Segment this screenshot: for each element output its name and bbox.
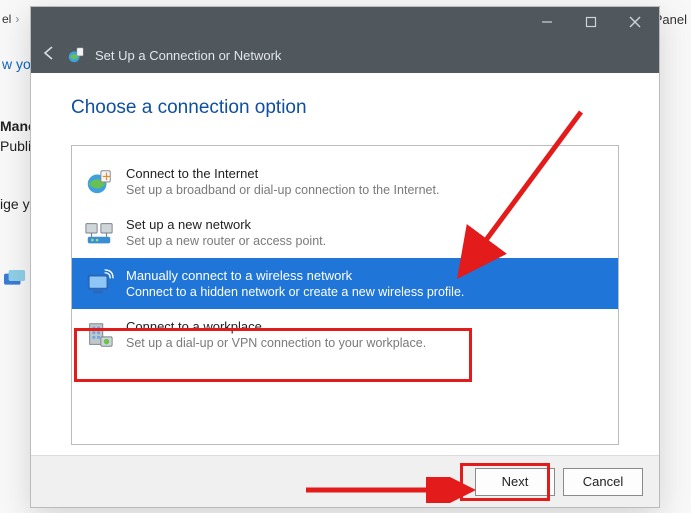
minimize-button[interactable] bbox=[525, 8, 569, 36]
dialog-footer: Next Cancel bbox=[31, 455, 659, 507]
option-desc: Set up a new router or access point. bbox=[126, 234, 326, 248]
next-button[interactable]: Next bbox=[475, 468, 555, 496]
option-title: Connect to the Internet bbox=[126, 166, 439, 181]
option-title: Connect to a workplace bbox=[126, 319, 426, 334]
bg-text-fragment: ige y bbox=[0, 196, 30, 212]
option-manually-connect-wireless[interactable]: Manually connect to a wireless network C… bbox=[72, 258, 618, 309]
titlebar bbox=[31, 7, 659, 37]
connection-options-list: Connect to the Internet Set up a broadba… bbox=[71, 145, 619, 445]
option-title: Manually connect to a wireless network bbox=[126, 268, 464, 283]
cancel-button[interactable]: Cancel bbox=[563, 468, 643, 496]
globe-icon bbox=[84, 167, 114, 197]
breadcrumb-fragment: el› bbox=[2, 12, 23, 26]
back-arrow-icon[interactable] bbox=[41, 45, 57, 65]
option-connect-internet[interactable]: Connect to the Internet Set up a broadba… bbox=[72, 156, 618, 207]
bg-link-fragment: w yo bbox=[2, 56, 31, 72]
option-desc: Connect to a hidden network or create a … bbox=[126, 285, 464, 299]
dialog-content: Choose a connection option Connect to th… bbox=[31, 73, 659, 455]
network-globe-icon bbox=[67, 46, 85, 64]
setup-connection-dialog: Set Up a Connection or Network Choose a … bbox=[30, 6, 660, 508]
option-connect-workplace[interactable]: Connect to a workplace Set up a dial-up … bbox=[72, 309, 618, 360]
router-icon bbox=[84, 218, 114, 248]
maximize-button[interactable] bbox=[569, 8, 613, 36]
close-button[interactable] bbox=[613, 8, 657, 36]
wireless-monitor-icon bbox=[84, 269, 114, 299]
dialog-header: Set Up a Connection or Network bbox=[31, 37, 659, 73]
dialog-title: Set Up a Connection or Network bbox=[95, 48, 281, 63]
option-desc: Set up a broadband or dial-up connection… bbox=[126, 183, 439, 197]
option-title: Set up a new network bbox=[126, 217, 326, 232]
workplace-building-icon bbox=[84, 320, 114, 350]
bg-icon-fragment bbox=[4, 270, 26, 288]
option-desc: Set up a dial-up or VPN connection to yo… bbox=[126, 336, 426, 350]
bg-text-fragment: Publi bbox=[0, 138, 31, 154]
option-setup-new-network[interactable]: Set up a new network Set up a new router… bbox=[72, 207, 618, 258]
page-heading: Choose a connection option bbox=[71, 97, 619, 119]
